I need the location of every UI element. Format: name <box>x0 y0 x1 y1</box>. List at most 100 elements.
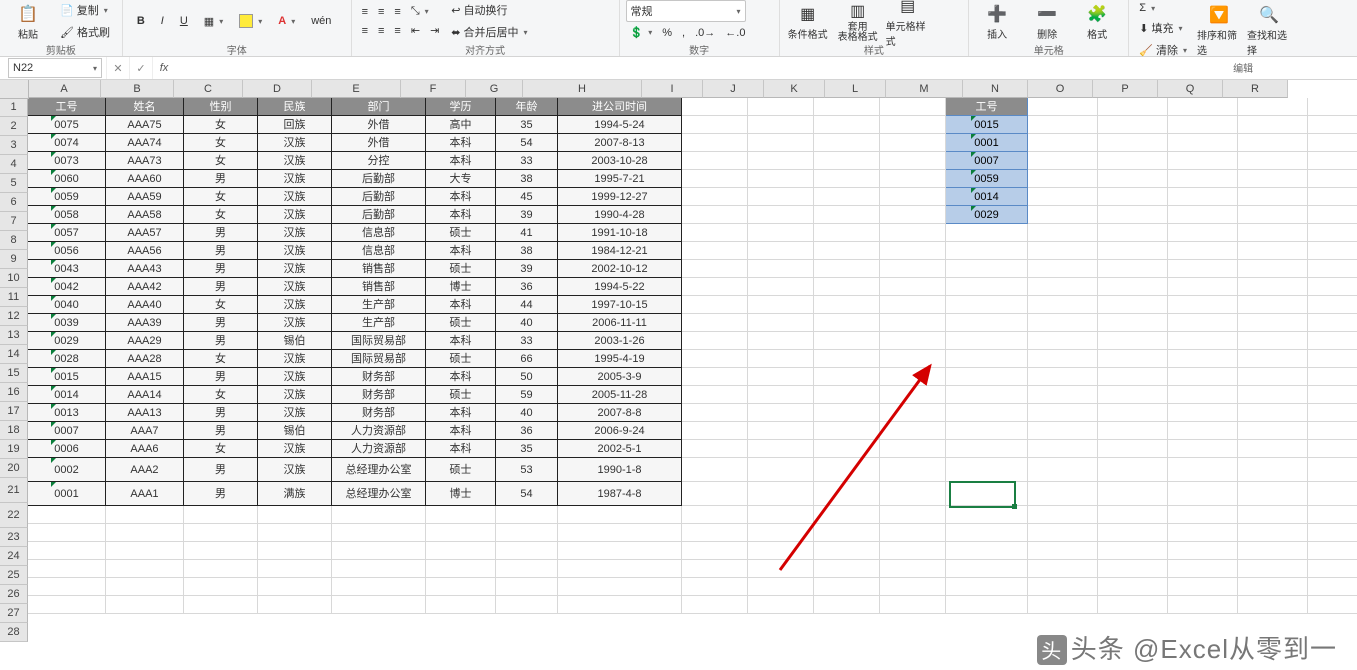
cell[interactable] <box>1028 386 1098 404</box>
row-header[interactable]: 27 <box>0 604 28 623</box>
col-header-F[interactable]: F <box>401 80 466 98</box>
col-header-J[interactable]: J <box>703 80 764 98</box>
fx-button[interactable]: fx <box>152 57 175 79</box>
cell[interactable] <box>1238 386 1308 404</box>
cell[interactable] <box>1238 98 1308 116</box>
cell[interactable] <box>1098 188 1168 206</box>
cell[interactable] <box>1238 332 1308 350</box>
cell[interactable] <box>1308 260 1357 278</box>
cell[interactable] <box>880 206 946 224</box>
cell[interactable] <box>1308 278 1357 296</box>
cell[interactable] <box>496 506 558 524</box>
cell[interactable] <box>1028 152 1098 170</box>
cell[interactable] <box>558 596 682 614</box>
cell[interactable] <box>1238 422 1308 440</box>
cell[interactable] <box>28 524 106 542</box>
cell[interactable]: 59 <box>496 386 558 404</box>
cell[interactable] <box>1168 116 1238 134</box>
cell[interactable] <box>1238 368 1308 386</box>
col-header-E[interactable]: E <box>312 80 401 98</box>
cell[interactable] <box>1308 170 1357 188</box>
align-right[interactable]: ≡ <box>390 22 404 39</box>
cell[interactable] <box>946 596 1028 614</box>
cell[interactable] <box>946 440 1028 458</box>
bold-button[interactable]: B <box>133 13 149 29</box>
fill-color-button[interactable]: ▾ <box>235 12 266 30</box>
cell[interactable] <box>106 542 184 560</box>
cell[interactable]: 2007-8-8 <box>558 404 682 422</box>
cell[interactable]: 博士 <box>426 278 496 296</box>
cell[interactable]: 硕士 <box>426 386 496 404</box>
cell[interactable]: 2003-1-26 <box>558 332 682 350</box>
cell[interactable]: 汉族 <box>258 260 332 278</box>
cell[interactable] <box>1028 116 1098 134</box>
cell[interactable] <box>1028 332 1098 350</box>
cell[interactable]: 本科 <box>426 134 496 152</box>
cell[interactable]: 38 <box>496 242 558 260</box>
cell[interactable] <box>558 560 682 578</box>
spreadsheet-grid[interactable]: ABCDEFGHIJKLMNOPQR 123456789101112131415… <box>0 80 1357 670</box>
cell[interactable] <box>682 596 748 614</box>
cell[interactable]: 0074 <box>28 134 106 152</box>
border-button[interactable]: ▦▾ <box>200 13 227 30</box>
cell[interactable] <box>814 422 880 440</box>
cell[interactable] <box>558 506 682 524</box>
cell[interactable] <box>682 440 748 458</box>
cell[interactable] <box>426 542 496 560</box>
cell[interactable] <box>748 98 814 116</box>
cell[interactable]: 1987-4-8 <box>558 482 682 506</box>
cell[interactable] <box>682 524 748 542</box>
cell[interactable] <box>1098 224 1168 242</box>
cell[interactable] <box>1238 224 1308 242</box>
cell[interactable] <box>1168 458 1238 482</box>
cell[interactable]: 后勤部 <box>332 206 426 224</box>
cell[interactable]: 33 <box>496 152 558 170</box>
row-header[interactable]: 4 <box>0 155 28 174</box>
cell[interactable] <box>748 260 814 278</box>
cell[interactable] <box>1308 116 1357 134</box>
cell[interactable] <box>682 170 748 188</box>
cell[interactable] <box>946 350 1028 368</box>
cell[interactable] <box>258 560 332 578</box>
cell[interactable] <box>1098 482 1168 506</box>
cell[interactable]: AAA57 <box>106 224 184 242</box>
cell[interactable] <box>880 506 946 524</box>
cell[interactable] <box>28 560 106 578</box>
cell[interactable] <box>1028 560 1098 578</box>
cell[interactable]: 38 <box>496 170 558 188</box>
align-top[interactable]: ≡ <box>358 3 372 20</box>
cell[interactable]: 0058 <box>28 206 106 224</box>
cell[interactable] <box>748 188 814 206</box>
cell[interactable] <box>814 350 880 368</box>
cell[interactable] <box>880 98 946 116</box>
cell[interactable]: 0060 <box>28 170 106 188</box>
cell[interactable] <box>880 440 946 458</box>
cell[interactable] <box>1168 206 1238 224</box>
cell[interactable] <box>1028 458 1098 482</box>
cell[interactable]: 2006-11-11 <box>558 314 682 332</box>
cell[interactable]: 女 <box>184 440 258 458</box>
cell[interactable] <box>748 386 814 404</box>
cell[interactable]: 男 <box>184 224 258 242</box>
cell[interactable]: 姓名 <box>106 98 184 116</box>
align-bot[interactable]: ≡ <box>390 3 404 20</box>
cell[interactable] <box>748 560 814 578</box>
cell[interactable] <box>748 422 814 440</box>
cell[interactable] <box>1308 578 1357 596</box>
cell[interactable]: 后勤部 <box>332 188 426 206</box>
cell[interactable] <box>1028 404 1098 422</box>
cell[interactable]: 1995-4-19 <box>558 350 682 368</box>
cell[interactable] <box>1308 332 1357 350</box>
cell[interactable]: 1984-12-21 <box>558 242 682 260</box>
cell[interactable]: 0001 <box>946 134 1028 152</box>
cell[interactable] <box>1098 524 1168 542</box>
font-color-button[interactable]: A▾ <box>274 13 299 29</box>
cell[interactable] <box>1168 170 1238 188</box>
cell[interactable] <box>28 578 106 596</box>
cell[interactable] <box>946 560 1028 578</box>
cell[interactable] <box>1308 368 1357 386</box>
cell[interactable]: 总经理办公室 <box>332 458 426 482</box>
cell[interactable] <box>1028 224 1098 242</box>
cell[interactable]: 2005-11-28 <box>558 386 682 404</box>
format-painter-button[interactable]: 🖌格式刷 <box>56 22 114 42</box>
